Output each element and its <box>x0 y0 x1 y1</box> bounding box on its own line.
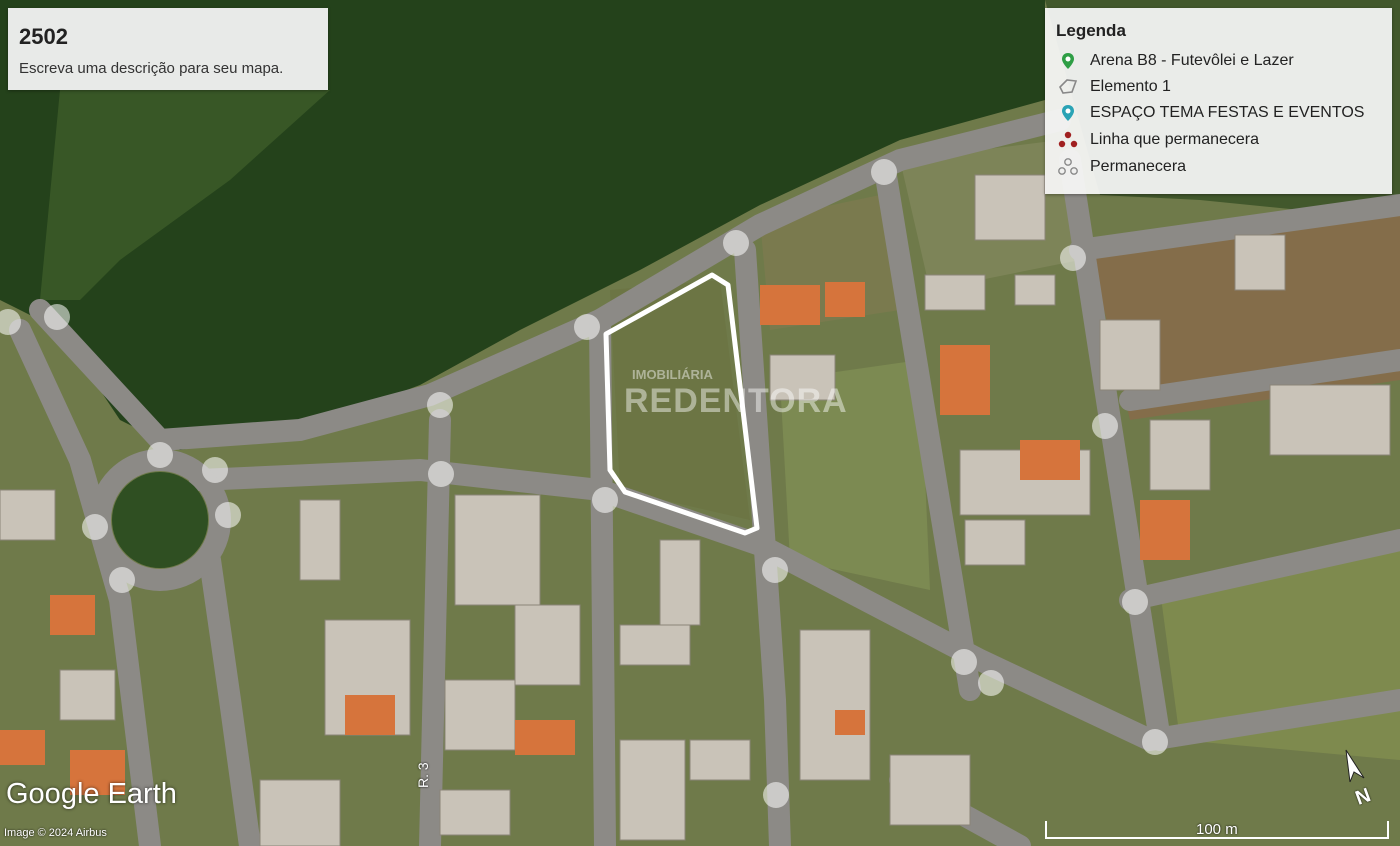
legend-label: Arena B8 - Futevôlei e Lazer <box>1090 52 1294 69</box>
legend-item-linha[interactable]: Linha que permanecera <box>1057 129 1387 151</box>
red-dots-icon <box>1058 131 1078 148</box>
teal-pin-icon <box>1062 105 1074 121</box>
map-description: Escreva uma descrição para seu mapa. <box>19 60 284 77</box>
grey-dots-icon <box>1058 158 1078 175</box>
legend-label: Permanecera <box>1090 158 1187 175</box>
watermark-small: IMOBILIÁRIA <box>632 367 713 382</box>
legend-panel[interactable]: Legenda Arena B8 - Futevôlei e Lazer Ele… <box>1045 8 1392 194</box>
legend-item-permanecera[interactable]: Permanecera <box>1057 156 1387 178</box>
legend-item-espaco[interactable]: ESPAÇO TEMA FESTAS E EVENTOS <box>1057 102 1387 124</box>
legend-title: Legenda <box>1056 21 1126 40</box>
north-arrow[interactable]: N <box>1338 748 1378 814</box>
watermark-large: REDENTORA <box>624 382 848 420</box>
polygon-outline-icon <box>1059 79 1078 94</box>
legend-label: Linha que permanecera <box>1090 131 1260 148</box>
legend-item-arena[interactable]: Arena B8 - Futevôlei e Lazer <box>1057 50 1387 72</box>
google-earth-logo: Google Earth <box>6 778 177 810</box>
legend-label: ESPAÇO TEMA FESTAS E EVENTOS <box>1090 104 1365 121</box>
map-title-panel[interactable]: 2502 Escreva uma descrição para seu mapa… <box>8 8 328 90</box>
imagery-copyright: Image © 2024 Airbus <box>4 827 107 839</box>
green-pin-icon <box>1062 53 1074 69</box>
scale-label: 100 m <box>1196 821 1238 838</box>
legend-item-elemento[interactable]: Elemento 1 <box>1057 76 1387 98</box>
map-title: 2502 <box>19 24 68 49</box>
street-label: R. 3 <box>415 762 431 788</box>
legend-label: Elemento 1 <box>1090 78 1171 95</box>
compass-arrow-icon <box>1345 749 1365 783</box>
